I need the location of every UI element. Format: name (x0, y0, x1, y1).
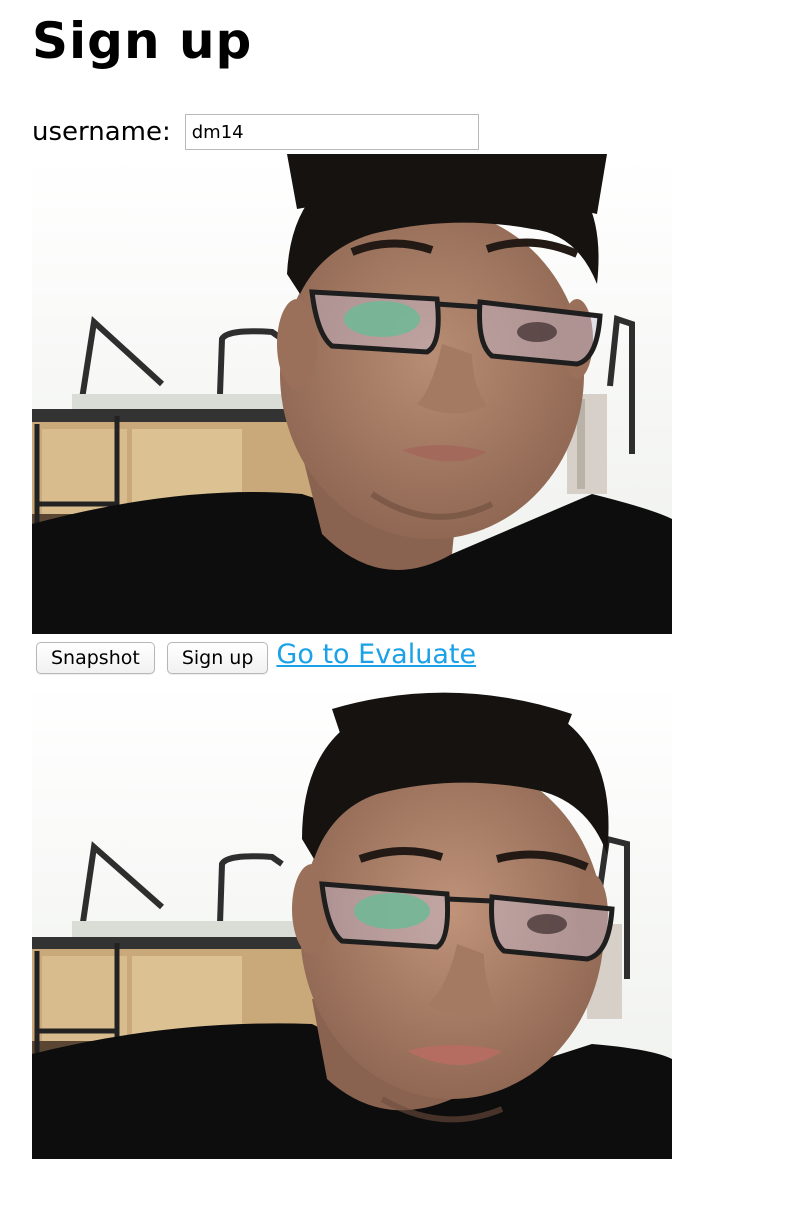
snapshot-canvas (32, 679, 672, 1159)
snapshot-frame (32, 679, 672, 1159)
go-to-evaluate-link[interactable]: Go to Evaluate (276, 637, 476, 673)
webcam-frame (32, 154, 672, 634)
snapshot-button[interactable]: Snapshot (36, 642, 155, 674)
webcam-video (32, 154, 672, 634)
signup-button[interactable]: Sign up (166, 642, 269, 674)
page-title: Sign up (32, 12, 253, 70)
signup-page: Sign up username: dm14 Snapshot Sign up … (0, 0, 812, 1210)
username-input[interactable] (184, 114, 479, 150)
username-row: username: (32, 112, 479, 152)
camera-controls: Snapshot Sign up Go to Evaluate (36, 638, 476, 678)
username-label: username: (32, 117, 171, 147)
